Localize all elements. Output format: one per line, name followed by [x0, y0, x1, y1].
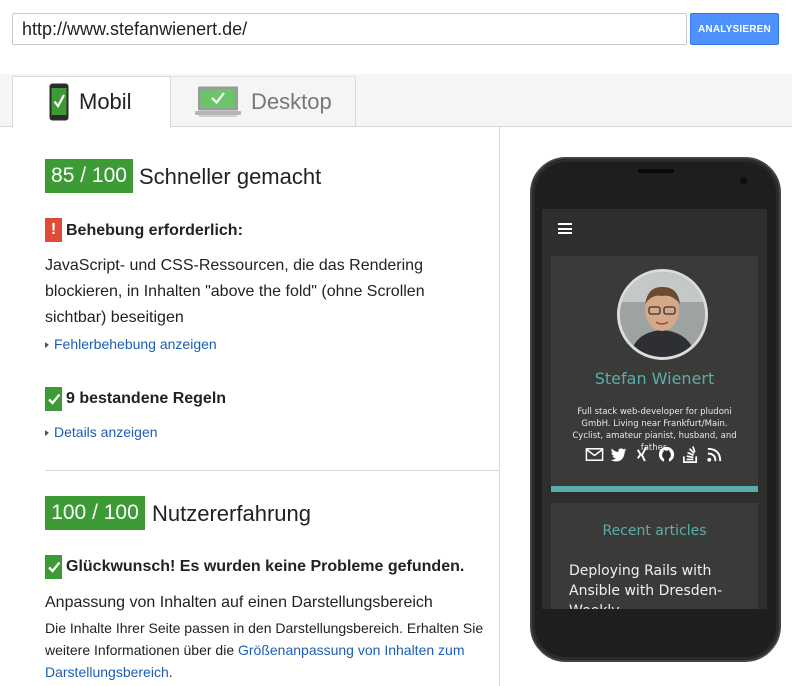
rss-icon[interactable] — [705, 445, 724, 464]
social-links — [542, 445, 767, 465]
fix-line: sichtbar) beseitigen — [45, 309, 184, 326]
show-details-link-label: Details anzeigen — [54, 424, 158, 440]
speed-section-title: Schneller gemacht — [139, 164, 322, 189]
show-details-link[interactable]: Details anzeigen — [45, 424, 158, 440]
tab-mobil[interactable]: Mobil — [12, 76, 171, 128]
phone-check-icon — [49, 83, 69, 121]
recent-articles-title: Recent articles — [602, 523, 707, 539]
fix-required-text: JavaScript- und CSS-Ressourcen, die das … — [45, 253, 425, 331]
desc-suffix: . — [168, 664, 173, 680]
expand-triangle-icon — [45, 342, 49, 348]
article-link[interactable]: Deploying Rails with Ansible with Dresde… — [569, 561, 749, 609]
expand-triangle-icon — [45, 430, 49, 436]
analyze-button[interactable]: ANALYSIEREN — [690, 13, 779, 45]
section-divider — [45, 470, 499, 471]
warning-icon: ! — [45, 218, 62, 242]
fix-required-heading: Behebung erforderlich: — [66, 222, 243, 239]
github-icon[interactable] — [657, 445, 676, 464]
tab-desktop[interactable]: Desktop — [171, 76, 356, 127]
check-icon — [45, 555, 62, 579]
mobile-preview-screen: Stefan Wienert Full stack web-developer … — [542, 209, 767, 609]
phone-speaker — [638, 169, 674, 173]
url-input[interactable] — [12, 13, 687, 45]
desc-prefix: weitere Informationen über die — [45, 642, 238, 658]
ux-section-title: Nutzererfahrung — [152, 501, 311, 526]
article-line: Deploying Rails with — [569, 563, 712, 579]
desc-line: weitere Informationen über die Größenanp… — [45, 639, 495, 661]
mail-icon[interactable] — [585, 445, 604, 464]
tab-mobil-label: Mobil — [79, 89, 132, 114]
article-line: Ansible with Dresden- — [569, 583, 723, 599]
xing-icon[interactable] — [633, 445, 652, 464]
hamburger-menu-icon[interactable] — [558, 223, 572, 234]
author-name: Stefan Wienert — [594, 369, 715, 388]
viewport-docs-link[interactable]: Größenanpassung von Inhalten zum — [238, 642, 464, 658]
tab-desktop-label: Desktop — [251, 89, 332, 114]
show-fix-link[interactable]: Fehlerbehebung anzeigen — [45, 336, 217, 352]
tab-bar: Mobil Desktop — [0, 74, 792, 128]
viewport-rule-description: Die Inhalte Ihrer Seite passen in den Da… — [45, 617, 495, 683]
no-issues-heading: Glückwunsch! Es wurden keine Probleme ge… — [66, 558, 465, 575]
speed-score-badge: 85 / 100 — [45, 159, 133, 193]
fix-line: blockieren, in Inhalten "above the fold"… — [45, 283, 425, 300]
bio-line: GmbH. Living near Frankfurt/Main. — [581, 419, 728, 429]
teal-accent-bar — [551, 486, 758, 492]
desc-line: Die Inhalte Ihrer Seite passen in den Da… — [45, 620, 484, 636]
desc-line: Darstellungsbereich. — [45, 661, 495, 683]
column-divider — [499, 127, 500, 686]
monitor-check-icon — [195, 86, 241, 118]
check-icon — [45, 387, 62, 411]
fix-line: JavaScript- und CSS-Ressourcen, die das … — [45, 257, 423, 274]
stackoverflow-icon[interactable] — [681, 445, 700, 464]
passed-rules-heading: 9 bestandene Regeln — [66, 390, 227, 407]
ux-score-badge: 100 / 100 — [45, 496, 145, 530]
viewport-docs-link-cont[interactable]: Darstellungsbereich — [45, 664, 169, 680]
bio-line: Full stack web-developer for pludoni — [577, 407, 732, 417]
avatar — [617, 269, 708, 360]
article-line: Weekly ... — [569, 601, 749, 609]
phone-camera — [740, 177, 747, 184]
show-fix-link-label: Fehlerbehebung anzeigen — [54, 336, 217, 352]
recent-articles-card: Recent articles Deploying Rails with Ans… — [551, 503, 758, 609]
twitter-icon[interactable] — [609, 445, 628, 464]
viewport-rule-title: Anpassung von Inhalten auf einen Darstel… — [45, 594, 433, 611]
bio-line: Cyclist, amateur pianist, husband, and — [572, 431, 737, 441]
